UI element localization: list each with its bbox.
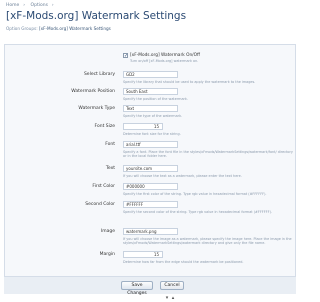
font-label: Font bbox=[105, 142, 115, 147]
library-label: Select Library bbox=[83, 72, 115, 77]
position-hint: Specify the position of the watermark. bbox=[123, 97, 188, 101]
type-input[interactable]: Text bbox=[123, 105, 178, 112]
library-input[interactable]: GD2 bbox=[123, 71, 178, 78]
text-hint: If you will choose the text as a waterma… bbox=[123, 174, 242, 178]
watermark-enable-hint: Turn on/off [xF-Mods.org] watermark on. bbox=[130, 59, 199, 63]
option-group-prefix: Option Groups: bbox=[6, 26, 38, 31]
breadcrumb: Home › Options › bbox=[6, 3, 58, 8]
second-color-hint: Specify the second color of the string. … bbox=[123, 210, 272, 214]
page-title: [xF-Mods.org] Watermark Settings bbox=[6, 10, 187, 22]
margin-label: Margin bbox=[99, 252, 115, 257]
first-color-hint: Specify the first color of the string. T… bbox=[123, 192, 267, 196]
type-label: Watermark Type bbox=[78, 106, 115, 111]
first-color-label: First Color bbox=[92, 184, 115, 189]
breadcrumb-options[interactable]: Options bbox=[31, 3, 48, 8]
option-group-link[interactable]: [xF-Mods.org] Watermark Settings bbox=[39, 26, 111, 31]
margin-input[interactable]: 15 bbox=[123, 251, 163, 258]
first-color-input[interactable]: #000000 bbox=[123, 183, 178, 190]
image-hint: If you will choose the image as a waterm… bbox=[123, 237, 292, 245]
font-size-label: Font Size bbox=[94, 124, 115, 129]
second-color-input[interactable]: #FFFFFF bbox=[123, 201, 178, 208]
breadcrumb-separator: › bbox=[51, 3, 54, 8]
breadcrumb-separator: › bbox=[23, 3, 26, 8]
breadcrumb-home[interactable]: Home bbox=[6, 3, 19, 8]
option-group-bar: Option Groups: [xF-Mods.org] Watermark S… bbox=[6, 26, 111, 31]
image-label: Image bbox=[100, 229, 115, 234]
font-hint: Specify a font. Place the font file in t… bbox=[123, 150, 293, 158]
save-changes-button[interactable]: Save Changes bbox=[121, 281, 153, 296]
text-label: Text bbox=[105, 166, 115, 171]
position-input[interactable]: South East bbox=[123, 88, 178, 95]
margin-hint: Determine how far from the edge should t… bbox=[123, 260, 244, 264]
watermark-enable-checkbox[interactable]: ✓ bbox=[123, 53, 128, 59]
font-input[interactable]: arial.ttf bbox=[123, 141, 178, 148]
position-label: Watermark Position bbox=[71, 89, 115, 94]
settings-panel: ✓ [xF-Mods.org] Watermark On/Off Turn on… bbox=[4, 44, 296, 301]
second-color-label: Second Color bbox=[85, 202, 115, 207]
margin-increment-icon[interactable]: ▴ bbox=[170, 295, 176, 302]
type-hint: Specify the type of the watermark. bbox=[123, 114, 183, 118]
image-input[interactable]: watermark.png bbox=[123, 228, 178, 235]
cancel-button[interactable]: Cancel bbox=[160, 281, 184, 290]
form-button-bar: Save Changes Cancel bbox=[4, 276, 296, 296]
text-input[interactable]: yoursite.com bbox=[123, 165, 178, 172]
font-size-input[interactable]: 15 bbox=[123, 123, 163, 130]
font-size-hint: Determine font size for the string. bbox=[123, 132, 181, 136]
watermark-enable-label: [xF-Mods.org] Watermark On/Off bbox=[130, 52, 200, 58]
library-hint: Specify the library that should be used … bbox=[123, 80, 256, 84]
